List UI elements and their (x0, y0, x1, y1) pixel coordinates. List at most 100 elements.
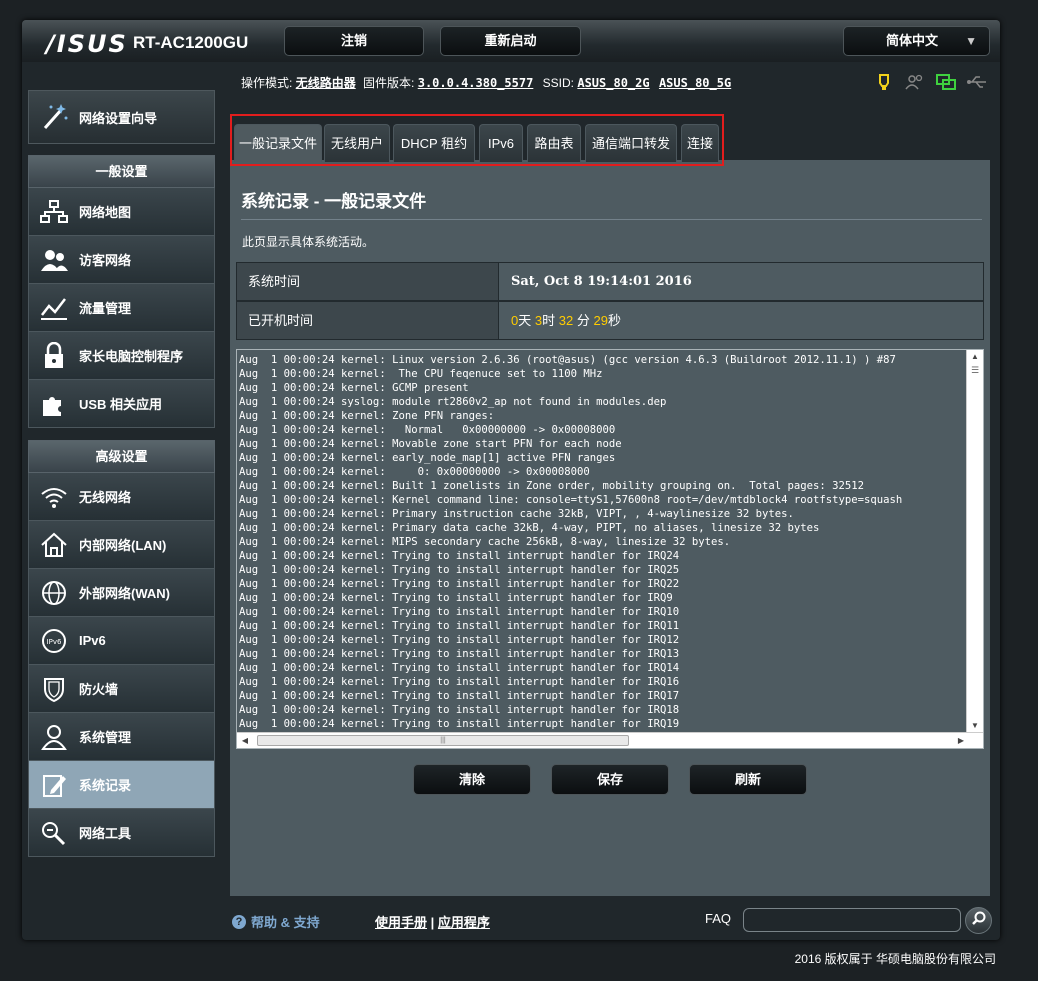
tab-routing-table[interactable]: 路由表 (527, 124, 581, 162)
log-line: Aug 1 00:00:24 kernel: Trying to install… (239, 648, 680, 660)
tab-wireless-clients[interactable]: 无线用户 (324, 124, 390, 162)
home-icon (29, 521, 79, 569)
admin-user-icon (29, 713, 79, 761)
sidebar-item-guest-network[interactable]: 访客网络 (28, 236, 215, 284)
scroll-up-icon[interactable]: ▲ (967, 350, 983, 364)
reboot-button[interactable]: 重新启动 (440, 26, 581, 56)
log-line: Aug 1 00:00:24 kernel: Trying to install… (239, 704, 680, 716)
sidebar-item-network-map[interactable]: 网络地图 (28, 188, 215, 236)
tab-connections[interactable]: 连接 (681, 124, 719, 162)
log-line: Aug 1 00:00:24 kernel: Trying to install… (239, 592, 673, 604)
mode-link[interactable]: 无线路由器 (296, 76, 356, 90)
refresh-button[interactable]: 刷新 (689, 764, 807, 795)
language-select[interactable]: 简体中文 ▼ (843, 26, 990, 56)
uptime-seconds-unit: 秒 (607, 313, 621, 328)
guest-network-icon (29, 236, 79, 284)
tab-general-log[interactable]: 一般记录文件 (234, 124, 322, 162)
log-line: Aug 1 00:00:24 kernel: Trying to install… (239, 676, 680, 688)
puzzle-icon (29, 380, 79, 428)
sidebar-item-ipv6[interactable]: IPv6 IPv6 (28, 617, 215, 665)
sidebar-item-label: 系统记录 (79, 778, 132, 793)
sidebar-item-lan[interactable]: 内部网络(LAN) (28, 521, 215, 569)
logout-button[interactable]: 注销 (284, 26, 424, 56)
log-line: Aug 1 00:00:24 kernel: Trying to install… (239, 578, 680, 590)
sidebar-item-traffic-manager[interactable]: 流量管理 (28, 284, 215, 332)
app-link[interactable]: 应用程序 (438, 915, 490, 930)
lock-icon (29, 332, 79, 380)
log-line: Aug 1 00:00:24 syslog: module rt2860v2_a… (239, 396, 667, 408)
vertical-scrollbar[interactable]: ▲ ☰ ▼ (966, 350, 983, 733)
clear-button[interactable]: 清除 (413, 764, 531, 795)
firmware-label: 固件版本: (363, 76, 415, 90)
sidebar-item-administration[interactable]: 系统管理 (28, 713, 215, 761)
sidebar-item-system-log[interactable]: 系统记录 (28, 761, 215, 809)
log-line: Aug 1 00:00:24 kernel: Normal 0x00000000… (239, 424, 616, 436)
sidebar-item-parental-control[interactable]: 家长电脑控制程序 (28, 332, 215, 380)
log-line: Aug 1 00:00:24 kernel: Primary instructi… (239, 508, 794, 520)
log-line: Aug 1 00:00:24 kernel: Trying to install… (239, 550, 680, 562)
sidebar-item-label: 内部网络(LAN) (79, 538, 167, 553)
tab-port-forwarding[interactable]: 通信端口转发 (585, 124, 677, 162)
network-map-icon (29, 188, 79, 236)
link-separator: | (430, 915, 435, 930)
faq-search-button[interactable] (965, 907, 992, 934)
network-wizard-button[interactable]: 网络设置向导 (28, 90, 215, 144)
horizontal-scrollbar[interactable]: ◀ ||| ▶ (237, 732, 983, 748)
system-log-icon (29, 761, 79, 809)
sidebar-item-firewall[interactable]: 防火墙 (28, 665, 215, 713)
uptime-minutes-unit: 分 (576, 313, 590, 328)
sidebar-item-label: 外部网络(WAN) (79, 586, 170, 601)
tab-ipv6[interactable]: IPv6 (479, 124, 523, 162)
manual-link[interactable]: 使用手册 (375, 915, 427, 930)
ssid-2g-link[interactable]: ASUS_80_2G (577, 76, 649, 90)
log-tabs-highlight: 一般记录文件 无线用户 DHCP 租约 IPv6 路由表 通信端口转发 连接 (230, 114, 724, 166)
uptime-label: 已开机时间 (237, 302, 499, 339)
traffic-chart-icon (29, 284, 79, 332)
scroll-down-icon[interactable]: ▼ (967, 719, 983, 733)
ipv6-icon: IPv6 (29, 617, 79, 665)
page-title: 系统记录 - 一般记录文件 (241, 192, 427, 211)
sidebar-item-label: IPv6 (79, 633, 106, 648)
log-line: Aug 1 00:00:24 kernel: 0: 0x00000000 -> … (239, 466, 590, 478)
sidebar-item-label: 网络工具 (79, 826, 132, 841)
search-icon (971, 910, 987, 931)
sidebar-item-network-tools[interactable]: 网络工具 (28, 809, 215, 857)
sidebar-item-label: 网络地图 (79, 205, 132, 220)
sidebar-item-wireless[interactable]: 无线网络 (28, 473, 215, 521)
asus-logo: /ISUS (46, 30, 128, 58)
help-support-link[interactable]: ? 帮助 & 支持 (232, 912, 320, 931)
ssid-5g-link[interactable]: ASUS_80_5G (659, 76, 731, 90)
title-divider (241, 219, 982, 220)
sidebar-item-label: 防火墙 (79, 682, 119, 697)
scroll-thumb[interactable]: ||| (257, 735, 629, 746)
log-line: Aug 1 00:00:24 kernel: Kernel command li… (239, 494, 903, 506)
firmware-link[interactable]: 3.0.0.4.380_5577 (418, 76, 534, 90)
language-value: 简体中文 (886, 33, 939, 48)
faq-search-input[interactable] (743, 908, 961, 932)
log-textarea[interactable]: Aug 1 00:00:24 kernel: Linux version 2.6… (236, 349, 984, 749)
clients-icon[interactable] (904, 73, 926, 91)
mode-label: 操作模式: (241, 76, 293, 90)
uptime-row: 已开机时间 0天 3时 32 分 29秒 (236, 301, 984, 340)
chevron-down-icon: ▼ (965, 34, 977, 48)
log-line: Aug 1 00:00:24 kernel: Movable zone star… (239, 438, 622, 450)
tab-dhcp-leases[interactable]: DHCP 租约 (393, 124, 475, 162)
uptime-hours-unit: 时 (542, 313, 556, 328)
log-line: Aug 1 00:00:24 kernel: GCMP present (239, 382, 469, 394)
sidebar-item-wan[interactable]: 外部网络(WAN) (28, 569, 215, 617)
scroll-left-icon[interactable]: ◀ (237, 733, 253, 748)
copyright: 2016 版权属于 华硕电脑股份有限公司 (794, 952, 996, 966)
scroll-right-icon[interactable]: ▶ (953, 733, 969, 748)
help-icon: ? (232, 914, 246, 929)
save-button[interactable]: 保存 (551, 764, 669, 795)
wifi-icon (29, 473, 79, 521)
network-tools-icon (29, 809, 79, 857)
sidebar-item-usb-apps[interactable]: USB 相关应用 (28, 380, 215, 428)
light-bulb-icon[interactable] (873, 73, 895, 91)
log-line: Aug 1 00:00:24 kernel: Trying to install… (239, 606, 680, 618)
usb-icon[interactable] (966, 73, 988, 91)
svg-text:IPv6: IPv6 (47, 638, 62, 646)
network-connected-icon[interactable] (935, 73, 957, 91)
sidebar-item-label: 家长电脑控制程序 (79, 349, 184, 364)
faq-label: FAQ (705, 911, 732, 926)
